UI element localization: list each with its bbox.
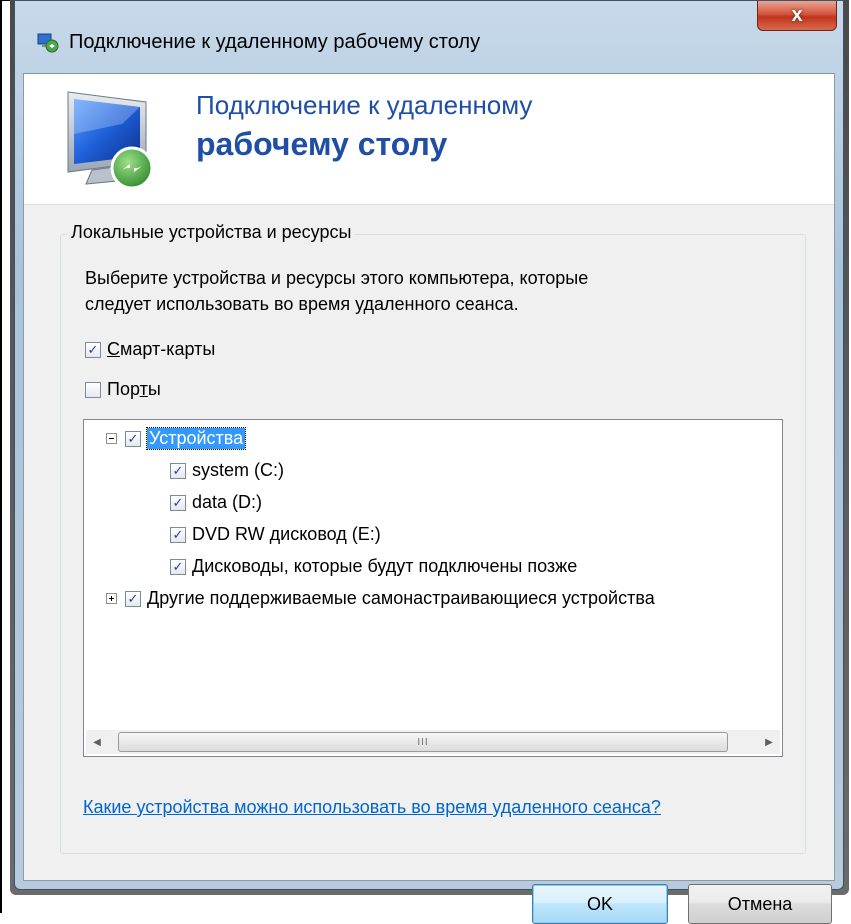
header-title-line1: Подключение к удаленному xyxy=(196,90,533,120)
tree-item-other-pnp[interactable]: ✓ Другие поддерживаемые самонастраивающи… xyxy=(106,588,655,609)
tree-item-label: Другие поддерживаемые самонастраивающиес… xyxy=(147,588,655,608)
dialog-window: Подключение к удаленному рабочему столу … xyxy=(14,0,844,924)
tree-item-label: Устройства xyxy=(145,427,247,450)
horizontal-scrollbar[interactable]: ◀ III ▶ xyxy=(86,730,780,754)
tree-item-future-drives[interactable]: ✓ Дисководы, которые будут подключены по… xyxy=(170,556,577,577)
ports-checkbox[interactable] xyxy=(85,381,101,398)
future-drives-checkbox[interactable]: ✓ xyxy=(170,558,186,575)
header-title-line2: рабочему столу xyxy=(196,126,448,162)
tree-item-devices[interactable]: ✓ Устройства xyxy=(106,427,247,450)
dvd-e-checkbox[interactable]: ✓ xyxy=(170,526,186,543)
dialog-client-area: Подключение к удаленному рабочему столу … xyxy=(23,73,835,924)
tree-item-system-c[interactable]: ✓ system (C:) xyxy=(170,460,284,481)
window-title: Подключение к удаленному рабочему столу xyxy=(69,31,481,53)
tree-item-label: system (C:) xyxy=(192,460,284,480)
smartcards-checkbox[interactable]: ✓ xyxy=(85,341,101,358)
titlebar[interactable]: Подключение к удаленному рабочему столу … xyxy=(15,1,843,81)
dialog-header: Подключение к удаленному рабочему столу xyxy=(24,74,834,205)
system-c-checkbox[interactable]: ✓ xyxy=(170,462,186,479)
cancel-button[interactable]: Отмена xyxy=(688,884,832,924)
supported-devices-help-link[interactable]: Какие устройства можно использовать во в… xyxy=(83,797,661,818)
smartcards-label: Смарт-карты xyxy=(107,339,216,359)
collapse-icon[interactable] xyxy=(106,433,117,444)
smartcards-checkbox-row[interactable]: ✓ Смарт-карты xyxy=(85,339,215,360)
close-button[interactable]: x xyxy=(757,1,837,31)
ports-checkbox-row[interactable]: Порты xyxy=(85,379,161,400)
group-description: Выберите устройства и ресурсы этого комп… xyxy=(85,265,765,317)
group-label: Локальные устройства и ресурсы xyxy=(67,222,356,243)
scroll-left-icon[interactable]: ◀ xyxy=(86,731,108,753)
devices-tree[interactable]: ✓ Устройства ✓ system (C:) ✓ data (D:) ✓… xyxy=(83,419,783,757)
local-resources-group: Локальные устройства и ресурсы Выберите … xyxy=(60,222,806,854)
description-line1: Выберите устройства и ресурсы этого комп… xyxy=(85,268,589,288)
tree-item-data-d[interactable]: ✓ data (D:) xyxy=(170,492,262,513)
expand-icon[interactable] xyxy=(106,593,117,604)
scroll-grip: III xyxy=(417,736,429,748)
scroll-right-icon[interactable]: ▶ xyxy=(758,731,780,753)
scroll-thumb[interactable]: III xyxy=(118,732,728,752)
data-d-checkbox[interactable]: ✓ xyxy=(170,494,186,511)
remote-desktop-monitor-icon xyxy=(67,91,154,190)
devices-checkbox[interactable]: ✓ xyxy=(125,430,141,447)
remote-desktop-small-icon xyxy=(37,33,59,53)
ok-button[interactable]: OK xyxy=(532,884,668,924)
close-icon: x xyxy=(791,4,803,26)
tree-item-label: data (D:) xyxy=(192,492,263,512)
tree-item-label: Дисководы, которые будут подключены позж… xyxy=(192,556,578,576)
tree-item-dvd-e[interactable]: ✓ DVD RW дисковод (E:) xyxy=(170,524,381,545)
description-line2: следует использовать во время удаленного… xyxy=(85,294,519,314)
ports-label: Порты xyxy=(107,379,161,399)
tree-item-label: DVD RW дисковод (E:) xyxy=(192,524,381,544)
other-pnp-checkbox[interactable]: ✓ xyxy=(125,590,141,607)
